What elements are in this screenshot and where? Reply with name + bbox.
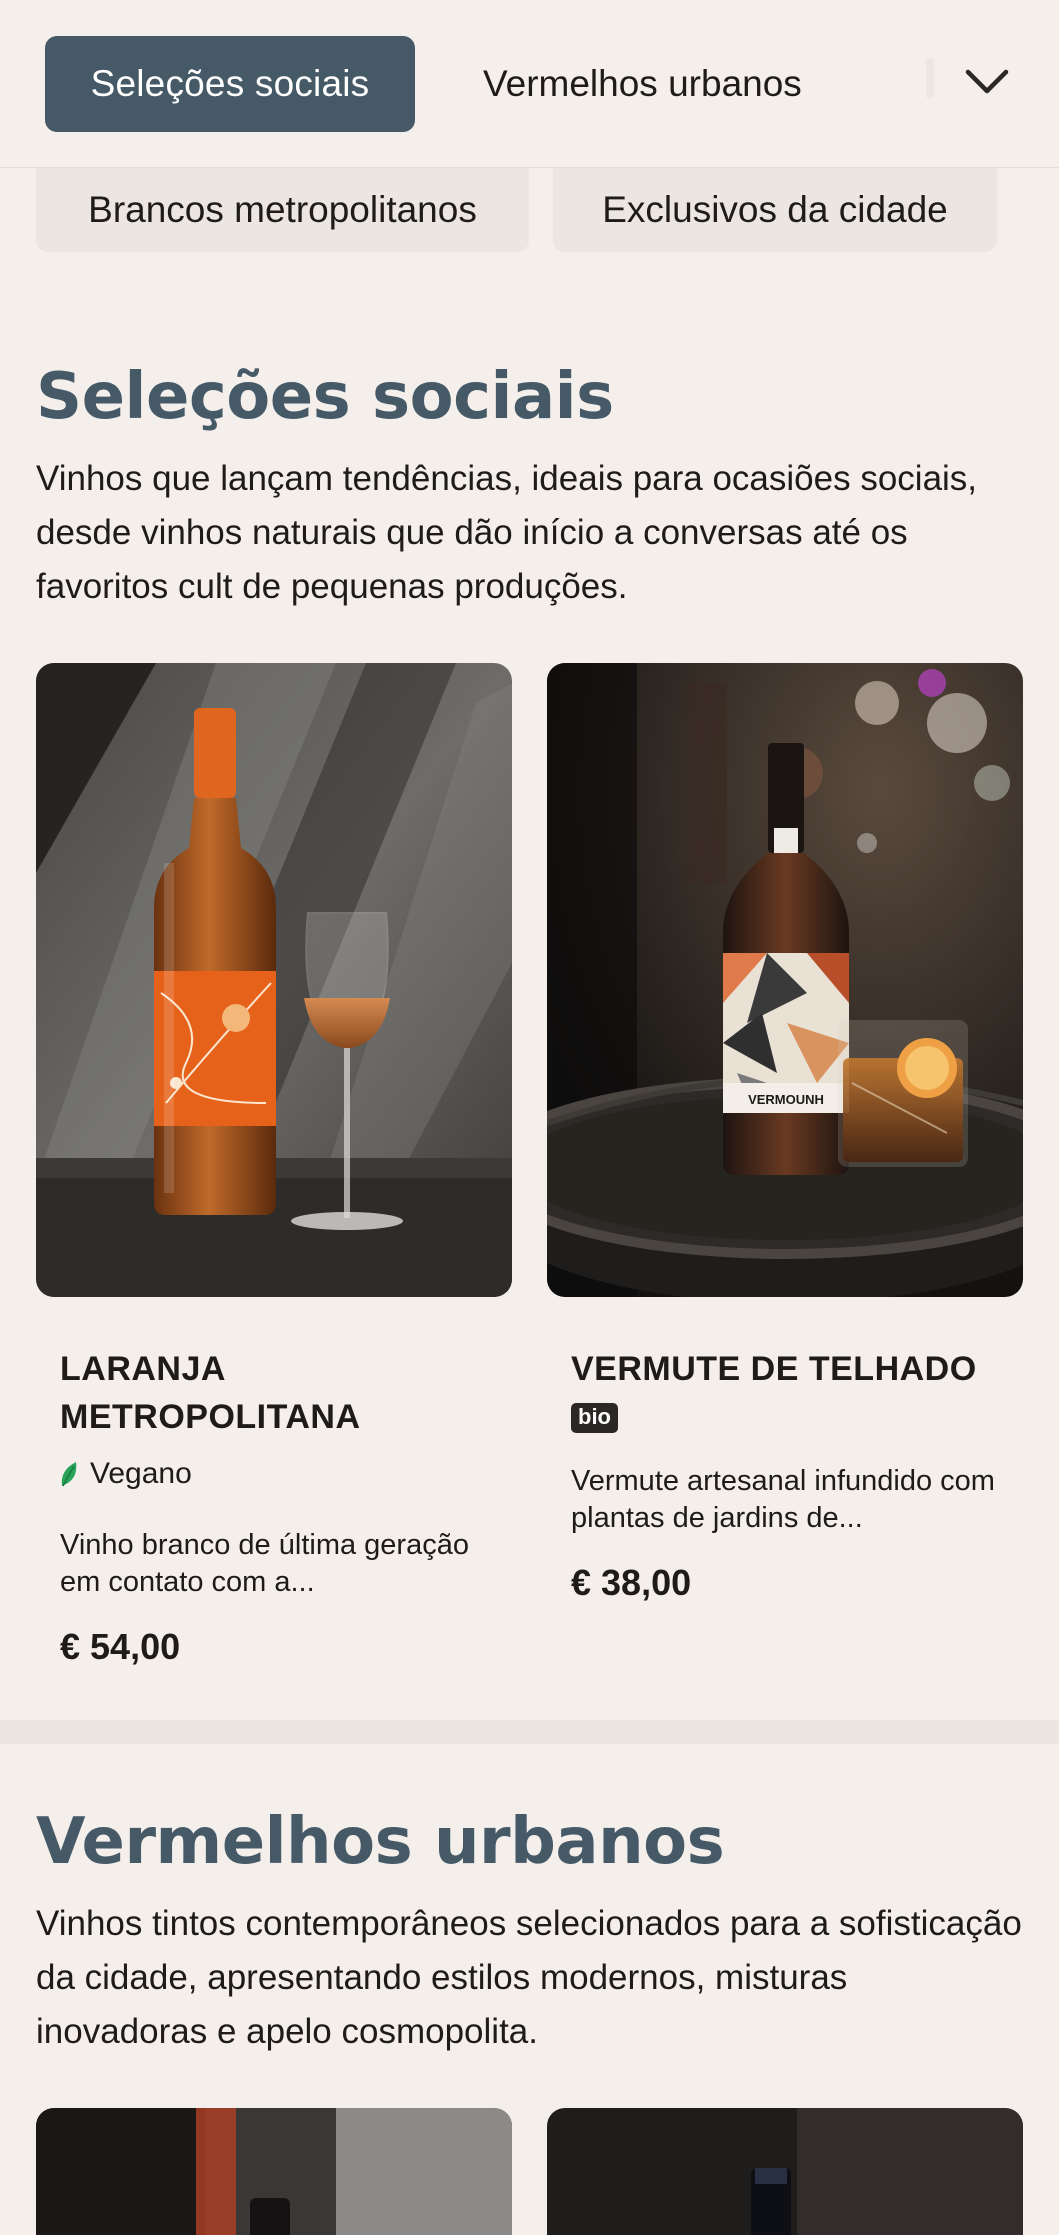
product-price: € 54,00 <box>60 1626 181 1667</box>
tab-label: Exclusivos da cidade <box>602 189 948 230</box>
product-description: Vinho branco de última geração em contat… <box>60 1529 469 1598</box>
chevron-down-icon <box>965 69 1009 94</box>
product-name[interactable]: VERMUTE DE TELHADO <box>571 1345 1011 1393</box>
tab-exclusivos-da-cidade[interactable]: Exclusivos da cidade <box>553 168 997 252</box>
vermouth-photo: VERMOUNH <box>547 663 1023 1297</box>
product-price: € 38,00 <box>571 1562 692 1603</box>
expand-categories-button[interactable] <box>955 50 1019 114</box>
red-wine-photo <box>36 2108 512 2235</box>
product-image[interactable] <box>36 2108 512 2235</box>
category-nav: Seleções sociais Vermelhos urbanos <box>0 0 1059 168</box>
product-image-laranja[interactable] <box>36 663 512 1297</box>
section-description: Vinhos que lançam tendências, ideais par… <box>36 459 978 606</box>
badge-label: bio <box>571 1403 618 1433</box>
section-title: Vermelhos urbanos <box>36 1805 725 1879</box>
tab-selecoes-sociais[interactable]: Seleções sociais <box>45 36 415 132</box>
tab-label: Vermelhos urbanos <box>483 63 802 104</box>
vermouth-label-text: VERMOUNH <box>748 1092 824 1107</box>
section-divider <box>0 1720 1059 1744</box>
tab-brancos-metropolitanos[interactable]: Brancos metropolitanos <box>36 168 529 252</box>
tab-label: Seleções sociais <box>90 63 370 104</box>
section-description: Vinhos tintos contemporâneos selecionado… <box>36 1904 1022 2051</box>
product-image-vermute[interactable]: VERMOUNH <box>547 663 1023 1297</box>
leaf-icon <box>61 1462 77 1487</box>
red-wine-photo <box>547 2108 1023 2235</box>
tab-vermelhos-urbanos[interactable]: Vermelhos urbanos <box>483 36 802 132</box>
vegan-tag: Vegano <box>60 1457 192 1491</box>
product-description: Vermute artesanal infundido com plantas … <box>571 1465 995 1534</box>
product-name[interactable]: LARANJA METROPOLITANA <box>60 1345 480 1441</box>
page: Seleções sociais Vermelhos urbanos Branc… <box>0 0 1059 2235</box>
bio-badge: bio <box>571 1403 618 1433</box>
tag-label: Vegano <box>90 1457 192 1490</box>
orange-wine-photo <box>36 663 512 1297</box>
product-image[interactable] <box>547 2108 1023 2235</box>
section-title: Seleções sociais <box>36 360 614 434</box>
tab-label: Brancos metropolitanos <box>88 189 477 230</box>
